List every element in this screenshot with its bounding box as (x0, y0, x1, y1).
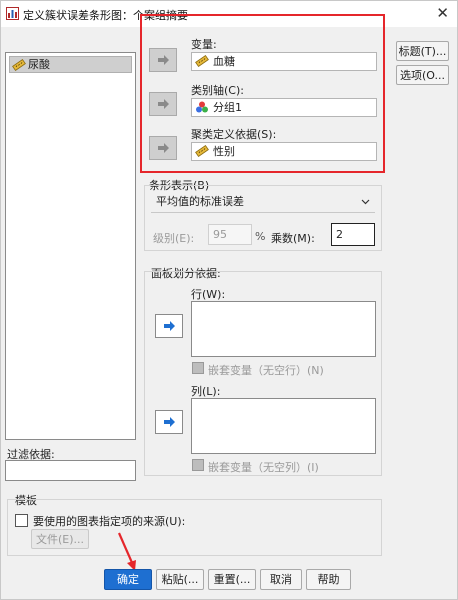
paste-button[interactable]: 粘贴(... (156, 569, 204, 590)
dialog-window: 定义簇状误差条形图：个案组摘要 ✕ 尿酸 变量: 血糖 类别轴(C): 分组1 … (0, 0, 458, 600)
col-nest-label: 嵌套变量（无空列）(I) (208, 461, 319, 474)
arrow-right-icon (164, 417, 175, 427)
multiplier-input[interactable]: 2 (331, 223, 375, 246)
cancel-button[interactable]: 取消 (260, 569, 302, 590)
list-item-label: 尿酸 (28, 58, 50, 71)
filter-field[interactable] (5, 460, 136, 481)
multiplier-label: 乘数(M): (271, 232, 315, 245)
titles-button[interactable]: 标题(T)... (396, 41, 449, 61)
app-icon (6, 7, 19, 20)
row-label: 行(W): (191, 288, 226, 301)
chevron-down-icon (361, 199, 370, 205)
col-label: 列(L): (191, 385, 221, 398)
bar-display-select[interactable]: 平均值的标准误差 (151, 193, 375, 213)
row-nest-checkbox[interactable] (192, 362, 204, 374)
close-icon[interactable]: ✕ (436, 4, 449, 22)
help-button[interactable]: 帮助 (306, 569, 351, 590)
template-source-checkbox[interactable] (15, 514, 28, 527)
reset-button[interactable]: 重置(... (208, 569, 256, 590)
row-nest-label: 嵌套变量（无空行）(N) (208, 364, 324, 377)
red-arrow-icon (117, 532, 136, 571)
move-to-row-button[interactable] (155, 314, 183, 338)
bar-display-selected: 平均值的标准误差 (156, 195, 244, 208)
arrow-right-icon (164, 321, 175, 331)
file-button[interactable]: 文件(E)... (31, 529, 89, 549)
level-input[interactable]: 95 (208, 224, 252, 245)
source-variable-list[interactable]: 尿酸 (5, 52, 136, 440)
row-variable-list[interactable] (191, 301, 376, 357)
list-item[interactable]: 尿酸 (9, 56, 132, 73)
col-nest-checkbox[interactable] (192, 459, 204, 471)
highlight-annotation-box (140, 14, 385, 173)
options-button[interactable]: 选项(O... (396, 65, 449, 85)
col-variable-list[interactable] (191, 398, 376, 454)
move-to-col-button[interactable] (155, 410, 183, 434)
scale-ruler-icon (12, 58, 26, 72)
template-source-label: 要使用的图表指定项的来源(U): (33, 515, 186, 528)
level-label: 级别(E): (153, 232, 195, 245)
percent-sign: % (255, 230, 266, 243)
ok-button[interactable]: 确定 (104, 569, 152, 590)
